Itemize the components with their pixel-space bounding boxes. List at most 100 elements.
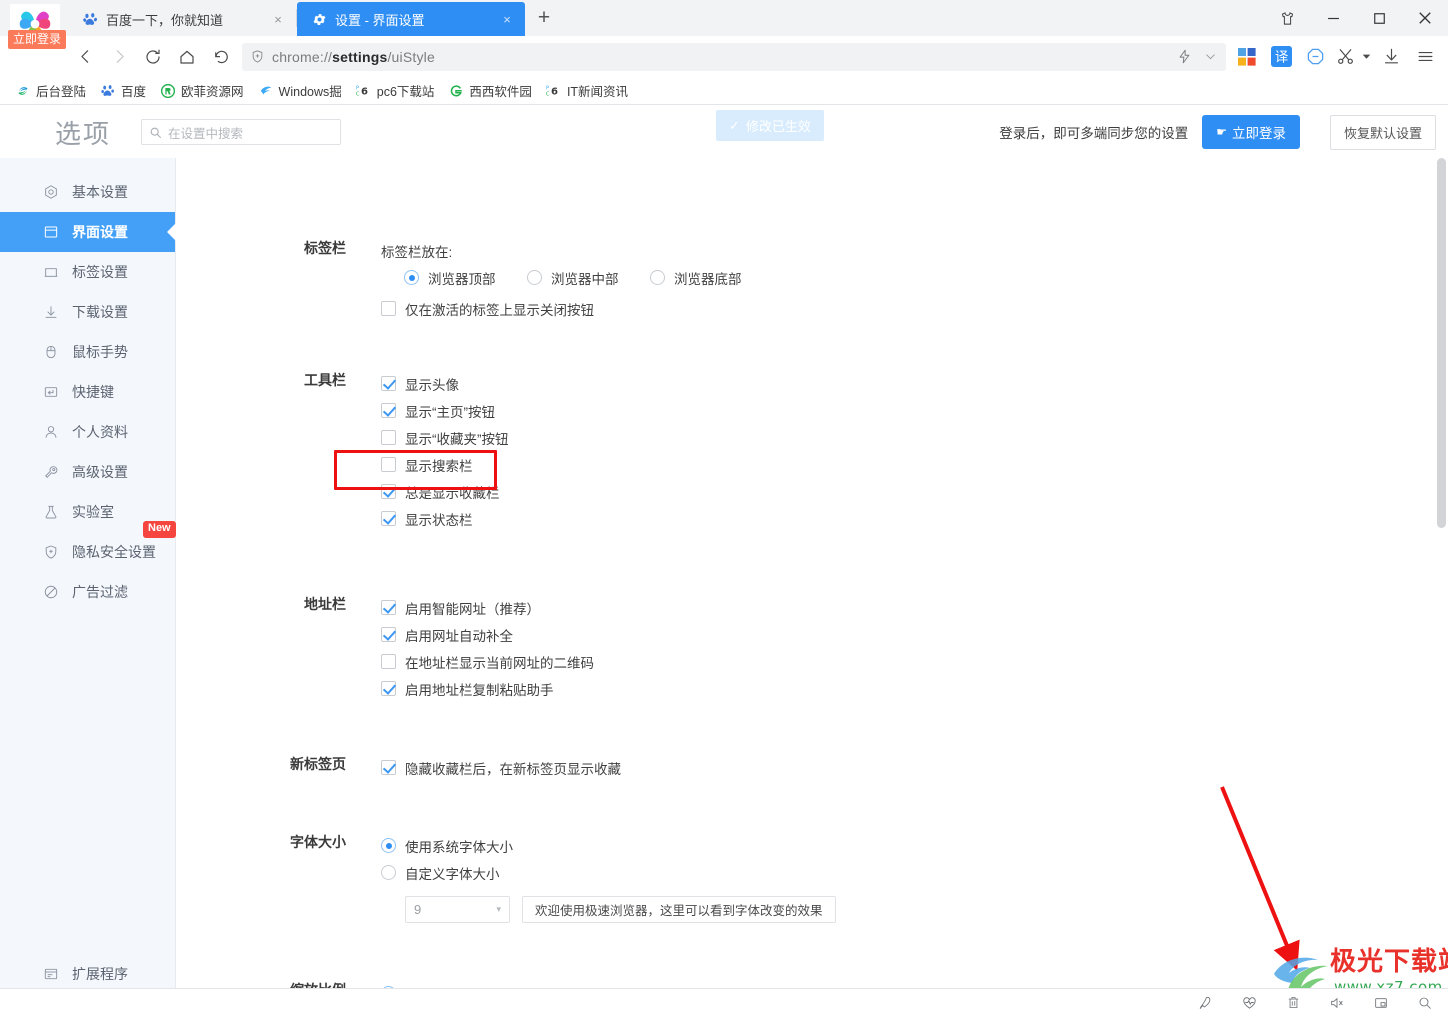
- bookmark-item[interactable]: 西西软件园: [441, 79, 539, 102]
- pc6-icon: P C 6: [546, 83, 562, 99]
- checkbox-indicator: [381, 403, 396, 418]
- checkbox-always-show-bookmarks-bar[interactable]: 总是显示收藏栏: [381, 478, 509, 505]
- menu-icon[interactable]: [1410, 42, 1440, 72]
- translate-icon[interactable]: 译: [1266, 42, 1296, 72]
- login-badge[interactable]: 立即登录: [8, 30, 67, 49]
- radio-custom-font-size[interactable]: 自定义字体大小: [381, 859, 836, 886]
- minimize-icon[interactable]: [1310, 0, 1356, 36]
- radio-tabbar-bottom[interactable]: 浏览器底部: [650, 264, 773, 291]
- content-scrollbar[interactable]: ▲: [1434, 158, 1448, 1016]
- font-preview-box: 欢迎使用极速浏览器，这里可以看到字体改变的效果: [522, 896, 836, 923]
- bookmark-item[interactable]: 百度: [93, 79, 153, 102]
- checkbox-indicator: [381, 600, 396, 615]
- screenshot-scissors-icon[interactable]: [1334, 42, 1356, 72]
- checkbox-url-autocomplete[interactable]: 启用网址自动补全: [381, 621, 594, 648]
- close-icon[interactable]: [1402, 0, 1448, 36]
- browser-tab-baidu[interactable]: 百度一下，你就知道 ×: [68, 2, 296, 36]
- checkbox-label: 在地址栏显示当前网址的二维码: [405, 655, 594, 671]
- sidebar-item-label: 扩展程序: [72, 966, 128, 982]
- rocket-icon[interactable]: [1196, 994, 1214, 1012]
- sidebar-item-advanced[interactable]: 高级设置: [0, 452, 175, 492]
- download-icon[interactable]: [1376, 42, 1406, 72]
- browser-tab-settings[interactable]: 设置 - 界面设置 ×: [297, 2, 525, 36]
- windows-blue-icon: [258, 83, 274, 99]
- address-bar[interactable]: chrome://settings/uiStyle: [242, 42, 1226, 71]
- bookmark-item[interactable]: 后台登陆: [8, 79, 93, 102]
- checkbox-show-avatar[interactable]: 显示头像: [381, 370, 509, 397]
- section-fontsize: 字体大小 使用系统字体大小 自定义字体大小 9 ▾ 欢迎使用极速浏览器，这里可以…: [176, 832, 836, 923]
- checkbox-show-status-bar[interactable]: 显示状态栏: [381, 505, 509, 532]
- undo-close-tab-button[interactable]: [204, 40, 238, 74]
- adblock-icon[interactable]: [1300, 42, 1330, 72]
- checkbox-label: 总是显示收藏栏: [405, 485, 500, 501]
- bookmark-item[interactable]: 欧菲资源网: [153, 79, 251, 102]
- swirl-green-icon: [15, 83, 31, 99]
- saved-badge-label: 修改已生效: [745, 119, 811, 134]
- checkbox-label: 启用网址自动补全: [405, 628, 513, 644]
- bookmark-item[interactable]: Windows掘: [251, 79, 349, 102]
- microsoft-apps-icon[interactable]: [1232, 42, 1262, 72]
- checkbox-show-search-bar[interactable]: 显示搜索栏: [381, 451, 509, 478]
- sidebar-item-adfilter[interactable]: 广告过滤: [0, 572, 175, 612]
- radio-system-font-size[interactable]: 使用系统字体大小: [381, 832, 836, 859]
- tab-strip: 百度一下，你就知道 × 设置 - 界面设置 × +: [68, 0, 559, 36]
- chevron-down-icon: ▾: [496, 904, 501, 914]
- sidebar-item-mouse-gestures[interactable]: 鼠标手势: [0, 332, 175, 372]
- checkbox-show-bookmarks-on-newtab[interactable]: 隐藏收藏栏后，在新标签页显示收藏: [381, 754, 621, 781]
- back-button[interactable]: [68, 40, 102, 74]
- checkbox-show-home-button[interactable]: 显示“主页”按钮: [381, 397, 509, 424]
- radio-label: 自定义字体大小: [405, 866, 500, 882]
- svg-text:6: 6: [551, 87, 558, 98]
- mute-speaker-icon[interactable]: [1328, 994, 1346, 1012]
- address-bar-actions: [1172, 43, 1222, 71]
- sidebar-item-tabs[interactable]: 标签设置: [0, 252, 175, 292]
- sidebar-item-interface[interactable]: 界面设置: [0, 212, 176, 252]
- home-button[interactable]: [170, 40, 204, 74]
- sidebar-item-privacy[interactable]: New 隐私安全设置: [0, 521, 176, 572]
- sidebar-item-basic[interactable]: 基本设置: [0, 172, 175, 212]
- browser-toolbar-icons: 译: [1232, 42, 1448, 72]
- checkbox-show-favorites-button[interactable]: 显示“收藏夹”按钮: [381, 424, 509, 451]
- bookmark-item[interactable]: P C 6 pc6下载站: [349, 79, 442, 102]
- checkbox-show-qrcode[interactable]: 在地址栏显示当前网址的二维码: [381, 648, 594, 675]
- scrollbar-thumb[interactable]: [1437, 158, 1446, 528]
- section-newtabpage: 新标签页 隐藏收藏栏后，在新标签页显示收藏: [176, 754, 621, 781]
- font-size-select[interactable]: 9 ▾: [405, 896, 510, 923]
- checkbox-smart-url[interactable]: 启用智能网址（推荐）: [381, 594, 594, 621]
- bookmark-item[interactable]: P C 6 IT新闻资讯: [539, 79, 635, 102]
- tab-close-button[interactable]: ×: [499, 11, 515, 27]
- title-bar: 百度一下，你就知道 × 设置 - 界面设置 × +: [0, 0, 1448, 36]
- tab-close-button[interactable]: ×: [270, 11, 286, 27]
- section-tabbar: 标签栏 标签栏放在: 浏览器顶部 浏览器中部 浏览器底部 仅在激活的标签上显示关…: [176, 238, 773, 322]
- radio-tabbar-top[interactable]: 浏览器顶部: [404, 264, 527, 291]
- heartbeat-icon[interactable]: [1240, 994, 1258, 1012]
- picture-in-picture-icon[interactable]: [1372, 994, 1390, 1012]
- new-tab-button[interactable]: +: [529, 3, 559, 33]
- circle-target-icon: [42, 184, 59, 201]
- reload-button[interactable]: [136, 40, 170, 74]
- forward-button[interactable]: [102, 40, 136, 74]
- reset-defaults-button[interactable]: 恢复默认设置: [1329, 114, 1436, 150]
- checkbox-close-on-active-tab-only[interactable]: 仅在激活的标签上显示关闭按钮: [381, 295, 773, 322]
- login-now-button[interactable]: ☛ 立即登录: [1202, 115, 1300, 149]
- settings-header: 选项 在设置中搜索 ✓ 修改已生效 登录后，即可多端同步您的设置 ☛ 立即登录 …: [0, 106, 1448, 158]
- maximize-icon[interactable]: [1356, 0, 1402, 36]
- browser-logo-area[interactable]: 立即登录: [8, 4, 67, 49]
- chevron-down-icon[interactable]: [1198, 45, 1222, 69]
- lightning-icon[interactable]: [1172, 45, 1196, 69]
- section-rows: 标签栏放在: 浏览器顶部 浏览器中部 浏览器底部 仅在激活的标签上显示关闭按钮: [381, 238, 773, 322]
- settings-search-box[interactable]: 在设置中搜索: [141, 119, 342, 145]
- scissors-dropdown-icon[interactable]: [1360, 42, 1372, 72]
- checkbox-copy-paste-helper[interactable]: 启用地址栏复制粘贴助手: [381, 675, 594, 702]
- settings-page: 选项 在设置中搜索 ✓ 修改已生效 登录后，即可多端同步您的设置 ☛ 立即登录 …: [0, 106, 1448, 1016]
- zoom-search-icon[interactable]: [1416, 994, 1434, 1012]
- skin-icon[interactable]: [1264, 0, 1310, 36]
- trash-icon[interactable]: [1284, 994, 1302, 1012]
- sidebar-item-profile[interactable]: 个人资料: [0, 412, 175, 452]
- section-label: 标签栏: [304, 240, 346, 256]
- tabbar-position-label: 标签栏放在:: [381, 245, 453, 260]
- sidebar-item-downloads[interactable]: 下载设置: [0, 292, 175, 332]
- radio-tabbar-middle[interactable]: 浏览器中部: [527, 264, 650, 291]
- sidebar-item-shortcuts[interactable]: 快捷键: [0, 372, 175, 412]
- bookmark-label: Windows掘: [278, 85, 342, 99]
